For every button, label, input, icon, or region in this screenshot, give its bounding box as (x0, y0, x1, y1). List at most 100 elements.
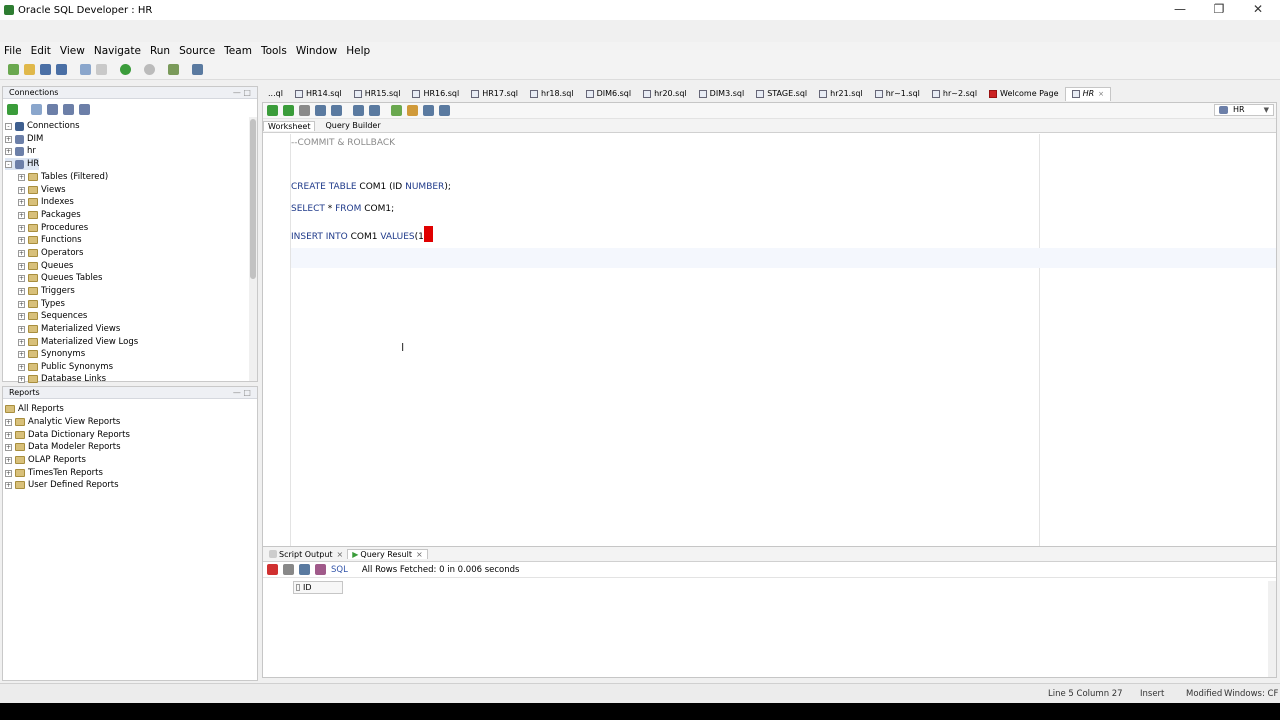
commit-icon[interactable] (353, 105, 364, 116)
tree-item-triggers[interactable]: + Triggers (18, 285, 75, 297)
menu-file[interactable]: File (4, 45, 22, 57)
tree-item-types[interactable]: + Types (18, 298, 65, 310)
history-icon[interactable] (423, 105, 434, 116)
tree-item-tables[interactable]: + Tables (Filtered) (18, 171, 108, 183)
sql-link[interactable]: SQL (331, 565, 348, 575)
file-tab-dim6[interactable]: DIM6.sql (580, 87, 638, 101)
minimize-icon[interactable]: — (1170, 2, 1190, 16)
code-editor[interactable]: --COMMIT & ROLLBACK CREATE TABLE COM1 (I… (291, 134, 1276, 554)
database-icon[interactable] (168, 64, 179, 75)
print-icon[interactable] (283, 564, 294, 575)
save-icon[interactable] (40, 64, 51, 75)
save-all-icon[interactable] (56, 64, 67, 75)
tree-data-modeler-reports[interactable]: + Data Modeler Reports (5, 441, 121, 453)
file-tab-hr21[interactable]: hr21.sql (813, 87, 869, 101)
filter-icon[interactable] (47, 103, 58, 115)
open-icon[interactable] (24, 64, 35, 75)
unshared-sql-icon[interactable] (391, 105, 402, 116)
tree-item-indexes[interactable]: + Indexes (18, 196, 74, 208)
file-tab-stage[interactable]: STAGE.sql (750, 87, 813, 101)
tree-item-synonyms[interactable]: + Synonyms (18, 348, 85, 360)
restore-icon[interactable]: ❐ (1209, 2, 1229, 16)
mouse-ibeam-icon: I (401, 341, 405, 354)
file-tab-hr1[interactable]: hr~1.sql (869, 87, 926, 101)
new-icon[interactable] (8, 64, 19, 75)
tree-item-functions[interactable]: + Functions (18, 234, 82, 246)
explain-plan-icon[interactable] (315, 105, 326, 116)
tree-olap-reports[interactable]: + OLAP Reports (5, 454, 86, 466)
tree-item-views[interactable]: + Views (18, 184, 66, 196)
tree-item-operators[interactable]: + Operators (18, 247, 83, 259)
column-header-id[interactable]: ID (293, 581, 343, 594)
redo-icon[interactable] (96, 64, 107, 75)
file-tab-hr18[interactable]: hr18.sql (524, 87, 580, 101)
schema-browser-icon[interactable] (63, 103, 74, 115)
tree-user-defined-reports[interactable]: + User Defined Reports (5, 479, 119, 491)
tab-worksheet[interactable]: Worksheet (263, 120, 316, 131)
tree-item-queues-tables[interactable]: + Queues Tables (18, 272, 102, 284)
file-tab-hr20[interactable]: hr20.sql (637, 87, 693, 101)
tab-query-result[interactable]: ▶ Query Result × (347, 549, 428, 559)
menu-team[interactable]: Team (224, 45, 252, 57)
pin-icon[interactable] (267, 564, 278, 575)
file-tab-hr16[interactable]: HR16.sql (406, 87, 465, 101)
file-tab-hr14[interactable]: HR14.sql (289, 87, 348, 101)
tree-root-connections[interactable]: - Connections (5, 120, 80, 132)
tree-connection-hr-lower[interactable]: + hr (5, 145, 36, 157)
file-tab-hr15[interactable]: HR15.sql (348, 87, 407, 101)
tree-data-dictionary-reports[interactable]: + Data Dictionary Reports (5, 429, 130, 441)
reports-panel-controls-icon[interactable]: — □ (233, 387, 251, 399)
export-icon[interactable] (315, 564, 326, 575)
forward-icon[interactable] (144, 64, 155, 75)
menu-run[interactable]: Run (150, 45, 170, 57)
tree-item-public-synonyms[interactable]: + Public Synonyms (18, 361, 113, 373)
file-tab-hr-worksheet[interactable]: HR × (1064, 86, 1112, 101)
close-tab-icon[interactable]: × (1098, 87, 1104, 101)
run-statement-icon[interactable] (267, 105, 278, 116)
refresh-icon[interactable] (31, 103, 42, 115)
connection-selector[interactable]: HR ▼ (1214, 104, 1274, 116)
tab-script-output[interactable]: Script Output × (265, 550, 347, 559)
tree-item-packages[interactable]: + Packages (18, 209, 81, 221)
file-tab-welcome[interactable]: Welcome Page (983, 87, 1065, 101)
tree-item-materialized-views[interactable]: + Materialized Views (18, 323, 120, 335)
results-scrollbar[interactable] (1268, 581, 1276, 677)
clear-icon[interactable] (407, 105, 418, 116)
tree-connection-hr[interactable]: - HR (5, 158, 40, 170)
menu-window[interactable]: Window (296, 45, 337, 57)
tree-item-sequences[interactable]: + Sequences (18, 310, 87, 322)
rollback-icon[interactable] (369, 105, 380, 116)
add-connection-icon[interactable] (7, 103, 18, 115)
format-icon[interactable] (439, 105, 450, 116)
file-tab-overflow[interactable]: ...ql (262, 87, 289, 101)
menu-navigate[interactable]: Navigate (94, 45, 141, 57)
menu-edit[interactable]: Edit (31, 45, 51, 57)
connections-scrollbar[interactable] (249, 117, 257, 381)
sql-tuning-icon[interactable] (331, 105, 342, 116)
tree-connection-dim[interactable]: + DIM (5, 133, 43, 145)
tab-query-builder[interactable]: Query Builder (321, 121, 384, 130)
tree-item-queues[interactable]: + Queues (18, 260, 73, 272)
refresh-results-icon[interactable] (299, 564, 310, 575)
menu-view[interactable]: View (60, 45, 85, 57)
menu-tools[interactable]: Tools (261, 45, 287, 57)
tree-item-procedures[interactable]: + Procedures (18, 222, 88, 234)
close-icon[interactable]: ✕ (1248, 2, 1268, 16)
menu-help[interactable]: Help (346, 45, 370, 57)
run-script-icon[interactable] (283, 105, 294, 116)
undo-icon[interactable] (80, 64, 91, 75)
tree-item-database-links[interactable]: + Database Links (18, 373, 106, 385)
tree-all-reports[interactable]: All Reports (5, 403, 64, 415)
file-tab-dim3[interactable]: DIM3.sql (693, 87, 751, 101)
file-tab-hr2[interactable]: hr~2.sql (926, 87, 983, 101)
manage-icon[interactable] (79, 103, 90, 115)
file-tab-hr17[interactable]: HR17.sql (465, 87, 524, 101)
tree-item-materialized-view-logs[interactable]: + Materialized View Logs (18, 336, 138, 348)
back-icon[interactable] (120, 64, 131, 75)
panel-controls-icon[interactable]: — □ (233, 87, 251, 99)
menu-source[interactable]: Source (179, 45, 215, 57)
tree-timesten-reports[interactable]: + TimesTen Reports (5, 467, 103, 479)
tree-analytic-view-reports[interactable]: + Analytic View Reports (5, 416, 120, 428)
autotrace-icon[interactable] (299, 105, 310, 116)
monitor-icon[interactable] (192, 64, 203, 75)
